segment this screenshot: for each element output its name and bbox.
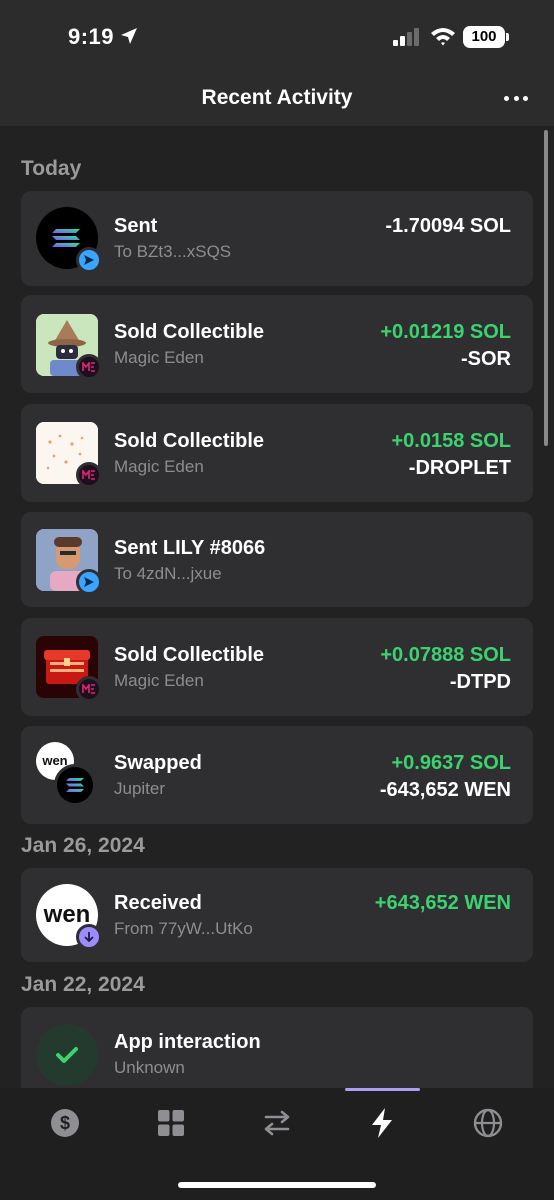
activity-title: Swapped bbox=[114, 752, 202, 774]
magic-eden-icon bbox=[76, 354, 102, 380]
activity-subtitle: To 4zdN...jxue bbox=[114, 564, 222, 583]
activity-title: Sent bbox=[114, 215, 158, 237]
send-arrow-icon bbox=[76, 569, 102, 595]
section-date: Jan 22, 2024 bbox=[21, 973, 145, 996]
activity-amount-sent: -DROPLET bbox=[408, 457, 511, 479]
more-options-icon[interactable] bbox=[504, 86, 528, 110]
activity-amount-sent: -SOR bbox=[461, 348, 511, 370]
activity-amount-received: +0.07888 SOL bbox=[380, 644, 511, 666]
activity-title: Sent LILY #8066 bbox=[114, 537, 266, 559]
scrollbar[interactable] bbox=[544, 130, 548, 446]
activity-item-sold-collectible[interactable]: Sold Collectible Magic Eden +0.0158 SOL … bbox=[21, 404, 533, 502]
globe-icon bbox=[473, 1108, 503, 1138]
activity-subtitle: Magic Eden bbox=[114, 671, 204, 690]
swap-tab[interactable] bbox=[260, 1106, 294, 1140]
activity-title: Sold Collectible bbox=[114, 321, 265, 343]
activity-amount-received: +643,652 WEN bbox=[374, 892, 511, 914]
activity-subtitle: To BZt3...xSQS bbox=[114, 242, 232, 261]
checkmark-icon bbox=[36, 1024, 98, 1086]
collectibles-tab[interactable] bbox=[154, 1106, 188, 1140]
activity-amount-received: +0.9637 SOL bbox=[391, 752, 511, 774]
activity-list[interactable]: Today Sent To BZt3...xSQS -1.70094 SOL S… bbox=[0, 126, 554, 1088]
activity-subtitle: From 77yW...UtKo bbox=[114, 919, 253, 938]
grid-icon bbox=[158, 1110, 184, 1136]
activity-amount-received: +0.0158 SOL bbox=[391, 430, 511, 452]
activity-item-sold-collectible[interactable]: Sold Collectible Magic Eden +0.07888 SOL… bbox=[21, 618, 533, 716]
activity-item-sent-nft[interactable]: Sent LILY #8066 To 4zdN...jxue bbox=[21, 512, 533, 607]
wen-solana-swap-icon: wen bbox=[36, 742, 98, 806]
activity-amount: -1.70094 SOL bbox=[385, 215, 511, 237]
activity-item-received[interactable]: wen Received From 77yW...UtKo +643,652 W… bbox=[21, 868, 533, 962]
cellular-signal-icon bbox=[393, 28, 419, 46]
activity-title: Sold Collectible bbox=[114, 430, 265, 452]
section-date: Today bbox=[21, 157, 82, 180]
sor-nft-thumbnail bbox=[36, 314, 102, 380]
home-indicator[interactable] bbox=[178, 1182, 376, 1188]
activity-item-swapped[interactable]: wen Swapped Jupiter +0.9637 SOL -643,652… bbox=[21, 726, 533, 824]
header: Recent Activity bbox=[0, 70, 554, 126]
activity-amount-sent: -DTPD bbox=[449, 671, 511, 693]
page-title: Recent Activity bbox=[201, 86, 353, 109]
status-time: 9:19 bbox=[68, 24, 115, 49]
dtpd-nft-thumbnail bbox=[36, 636, 102, 702]
activity-title: Sold Collectible bbox=[114, 644, 265, 666]
droplet-nft-thumbnail bbox=[36, 422, 102, 488]
wen-token-icon: wen bbox=[36, 884, 102, 950]
dollar-icon: $ bbox=[51, 1109, 79, 1137]
magic-eden-icon bbox=[76, 462, 102, 488]
svg-text:$: $ bbox=[60, 1113, 70, 1133]
explore-tab[interactable] bbox=[471, 1106, 505, 1140]
swap-arrows-icon bbox=[264, 1110, 290, 1136]
lily-nft-thumbnail bbox=[36, 529, 102, 595]
activity-subtitle: Magic Eden bbox=[114, 348, 204, 367]
activity-subtitle: Magic Eden bbox=[114, 457, 204, 476]
solana-icon bbox=[54, 764, 96, 806]
activity-item-sent[interactable]: Sent To BZt3...xSQS -1.70094 SOL bbox=[21, 191, 533, 286]
send-arrow-icon bbox=[76, 247, 102, 273]
activity-title: App interaction bbox=[114, 1031, 261, 1053]
activity-title: Received bbox=[114, 892, 202, 914]
wallet-tab[interactable]: $ bbox=[48, 1106, 82, 1140]
activity-amount-sent: -643,652 WEN bbox=[379, 779, 511, 801]
location-arrow-icon bbox=[121, 28, 137, 44]
solana-icon bbox=[36, 207, 102, 273]
magic-eden-icon bbox=[76, 676, 102, 702]
status-bar: 9:19 100 bbox=[0, 0, 554, 70]
receive-arrow-icon bbox=[76, 924, 102, 950]
activity-item-sold-collectible[interactable]: Sold Collectible Magic Eden +0.01219 SOL… bbox=[21, 295, 533, 393]
battery-indicator: 100 bbox=[463, 26, 509, 48]
bottom-tab-bar: $ bbox=[0, 1088, 554, 1200]
activity-tab[interactable] bbox=[365, 1106, 399, 1140]
section-date: Jan 26, 2024 bbox=[21, 834, 145, 857]
wifi-icon bbox=[431, 28, 455, 46]
activity-amount-received: +0.01219 SOL bbox=[380, 321, 511, 343]
activity-subtitle: Jupiter bbox=[114, 779, 166, 798]
activity-subtitle: Unknown bbox=[114, 1058, 185, 1077]
active-tab-indicator bbox=[345, 1088, 420, 1091]
activity-item-app-interaction[interactable]: App interaction Unknown bbox=[21, 1007, 533, 1088]
lightning-icon bbox=[372, 1108, 392, 1138]
